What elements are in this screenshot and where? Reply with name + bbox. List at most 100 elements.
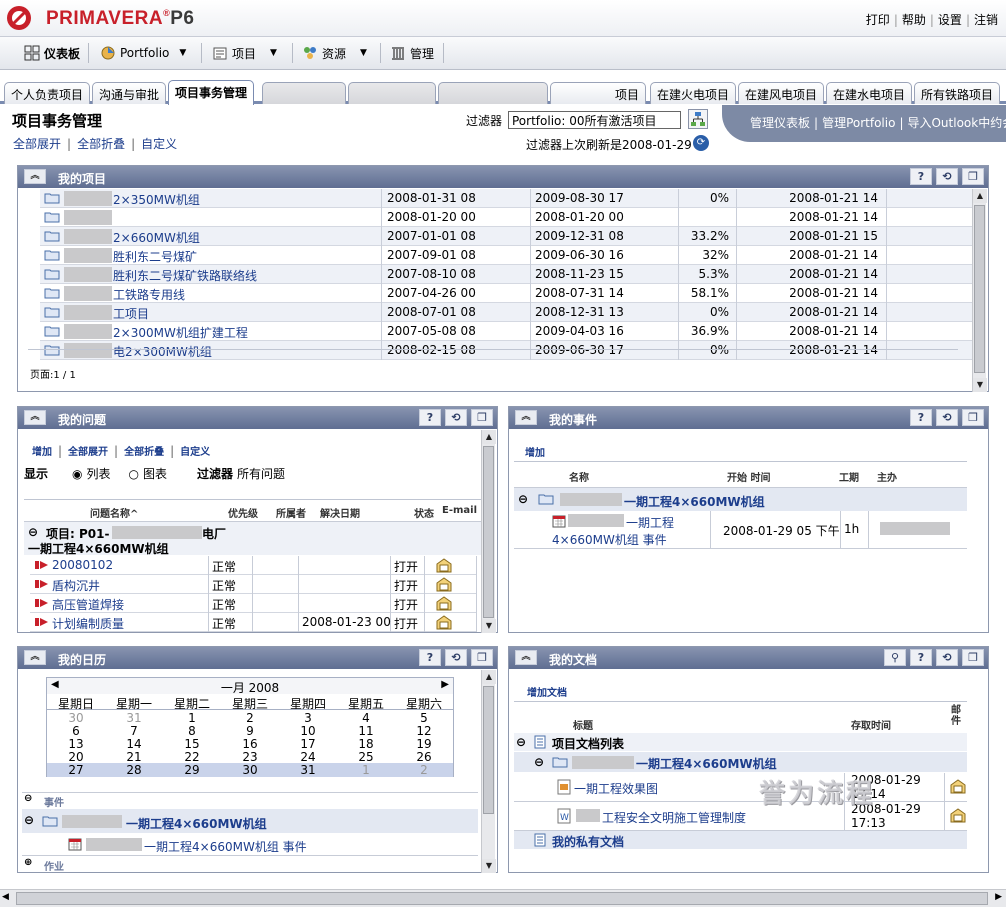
expand-all-link[interactable]: 全部展开 [68, 447, 108, 458]
scroll-up-icon[interactable]: ▲ [482, 670, 496, 684]
project-row[interactable]: 电2×300MW机组 2008-02-15 08 2009-06-30 17 0% 20… [40, 341, 985, 360]
radio-chart[interactable]: ○ [129, 467, 139, 481]
scroll-thumb[interactable] [483, 446, 494, 618]
calendar-day[interactable]: 8 [163, 724, 221, 738]
tab-hydro-projects[interactable]: 在建水电项目 [826, 82, 913, 104]
tab-redacted-1[interactable] [262, 82, 346, 104]
scroll-down-icon[interactable]: ▼ [973, 378, 987, 392]
calendar-day[interactable]: 31 [105, 711, 163, 725]
help-icon[interactable]: ? [910, 649, 932, 666]
expand-toggle-icon[interactable]: ⊖ [28, 525, 38, 539]
project-row[interactable]: 2×300MW机组扩建工程 2007-05-08 08 2009-04-03 16 3… [40, 322, 985, 341]
add-document-link[interactable]: 增加文档 [527, 684, 567, 699]
calendar-day[interactable]: 29 [163, 763, 221, 777]
scroll-right-icon[interactable]: ▶ [995, 892, 1002, 902]
filter-input[interactable] [508, 111, 681, 129]
col-access-time[interactable]: 存取时间 [851, 717, 891, 732]
email-icon[interactable] [436, 596, 452, 614]
scroll-left-icon[interactable]: ◀ [2, 892, 9, 902]
calendar-day[interactable]: 26 [395, 750, 453, 764]
email-icon[interactable] [436, 615, 452, 633]
refresh-icon[interactable]: ⟲ [936, 649, 958, 666]
portfolio-button[interactable]: Portfolio ▼ [96, 41, 190, 65]
calendar-day[interactable]: 30 [47, 711, 105, 725]
event-name-line1[interactable]: 一期工程 [626, 514, 674, 531]
calendar-day[interactable]: 7 [105, 724, 163, 738]
help-link[interactable]: 帮助 [902, 13, 926, 27]
calendar-group-name[interactable]: 一期工程4×660MW机组 [126, 815, 267, 832]
scroll-down-icon[interactable]: ▼ [482, 859, 496, 873]
issues-scrollbar[interactable]: ▲ ▼ [481, 430, 496, 633]
calendar-event-row[interactable]: 一期工程4×660MW机组 事件 [22, 834, 478, 856]
tab-communication-approval[interactable]: 沟通与审批 [92, 82, 167, 104]
expand-toggle-icon[interactable]: ⊖ [516, 735, 526, 749]
filter-picker-button[interactable] [688, 109, 708, 129]
next-month-icon[interactable]: ▶ [441, 679, 449, 690]
col-doc-title[interactable]: 标题 [573, 717, 593, 732]
email-icon[interactable] [950, 808, 966, 826]
calendar-day[interactable]: 30 [221, 763, 279, 777]
calendar-day[interactable]: 14 [105, 737, 163, 751]
col-email[interactable]: E-mail [442, 505, 477, 516]
tab-thermal-projects[interactable]: 在建火电项目 [650, 82, 737, 104]
project-name[interactable]: 2×350MW机组 [113, 191, 200, 208]
col-resolve-date[interactable]: 解决日期 [320, 505, 360, 520]
chevron-down-icon[interactable]: ▼ [360, 48, 367, 58]
projects-scrollbar[interactable]: ▲ ▼ [972, 189, 987, 392]
help-icon[interactable]: ? [419, 649, 441, 666]
calendar-day[interactable]: 6 [47, 724, 105, 738]
collapse-icon[interactable]: ︽ [515, 650, 537, 665]
expand-toggle-icon[interactable]: ⊕ [24, 857, 32, 868]
collapse-all-link[interactable]: 全部折叠 [77, 137, 125, 151]
col-issue-name[interactable]: 问题名称^ [90, 505, 138, 520]
calendar-day[interactable]: 19 [395, 737, 453, 751]
expand-toggle-icon[interactable]: ⊖ [24, 793, 32, 804]
col-owner[interactable]: 所属者 [276, 505, 306, 520]
event-group-name[interactable]: 一期工程4×660MW机组 [624, 493, 765, 510]
issue-row[interactable]: 盾构沉井 正常 打开 [30, 575, 477, 594]
expand-toggle-icon[interactable]: ⊖ [518, 492, 528, 506]
collapse-icon[interactable]: ︽ [515, 410, 537, 425]
manage-portfolio-link[interactable]: 管理Portfolio [822, 116, 895, 130]
admin-button[interactable]: 管理 [386, 41, 438, 65]
calendar-day[interactable]: 18 [337, 737, 395, 751]
project-name[interactable]: 2×660MW机组 [113, 229, 200, 246]
collapse-icon[interactable]: ︽ [24, 169, 46, 184]
calendar-day[interactable]: 21 [105, 750, 163, 764]
page-horizontal-scrollbar[interactable]: ◀ ▶ [0, 889, 1006, 907]
doc-group-name[interactable]: 一期工程4×660MW机组 [636, 755, 777, 772]
calendar-day[interactable]: 1 [163, 711, 221, 725]
dashboard-button[interactable]: 仪表板 [20, 41, 84, 65]
project-row[interactable]: 2008-01-20 00 2008-01-20 00 2008-01-21 14 [40, 208, 985, 227]
search-icon[interactable]: ⚲ [884, 649, 906, 666]
event-row[interactable]: 一期工程 4×660MW机组 事件 2008-01-29 05 下午 1h [514, 511, 967, 549]
expand-toggle-icon[interactable]: ⊖ [24, 813, 34, 827]
event-name-line2[interactable]: 4×660MW机组 事件 [552, 531, 667, 548]
issue-row[interactable]: 高压管道焊接 正常 打开 [30, 594, 477, 614]
add-issue-link[interactable]: 增加 [32, 447, 52, 458]
calendar-day[interactable]: 15 [163, 737, 221, 751]
calendar-day[interactable]: 9 [221, 724, 279, 738]
project-row[interactable]: 2×350MW机组 2008-01-31 08 2009-08-30 17 0% 200… [40, 189, 985, 208]
document-row[interactable]: 一期工程效果图 2008-01-29 17:14 [514, 773, 967, 802]
calendar-day[interactable]: 27 [47, 763, 105, 777]
document-row[interactable]: W 工程安全文明施工管理制度 2008-01-29 17:13 [514, 802, 967, 831]
calendar-day[interactable]: 20 [47, 750, 105, 764]
manage-dashboards-link[interactable]: 管理仪表板 [750, 116, 810, 130]
calendar-day[interactable]: 2 [221, 711, 279, 725]
scroll-thumb[interactable] [974, 205, 985, 373]
maximize-icon[interactable]: ❐ [471, 409, 493, 426]
import-outlook-link[interactable]: 导入Outlook中约会 [907, 116, 1006, 130]
col-priority[interactable]: 优先级 [228, 505, 258, 520]
expand-toggle-icon[interactable]: ⊖ [534, 755, 544, 769]
calendar-day[interactable]: 28 [105, 763, 163, 777]
email-icon[interactable] [436, 558, 452, 576]
calendar-day[interactable]: 10 [279, 724, 337, 738]
scroll-thumb[interactable] [483, 686, 494, 814]
customize-link[interactable]: 自定义 [141, 137, 177, 151]
col-mail[interactable]: 邮件 [951, 705, 963, 727]
project-row[interactable]: 胜利东二号煤矿 2007-09-01 08 2009-06-30 16 32% 2008… [40, 246, 985, 265]
refresh-icon[interactable]: ⟲ [445, 649, 467, 666]
issue-name[interactable]: 盾构沉井 [52, 577, 100, 594]
issue-name[interactable]: 高压管道焊接 [52, 596, 124, 613]
